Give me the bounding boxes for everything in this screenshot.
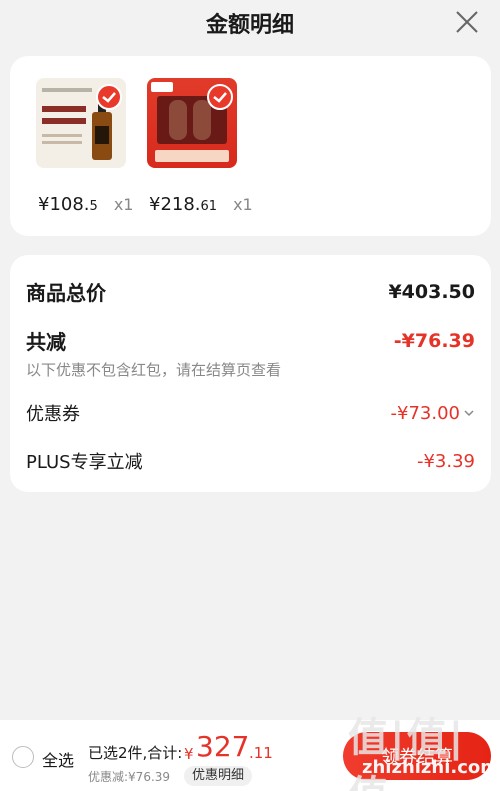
- chevron-down-icon[interactable]: [463, 408, 475, 418]
- product-quantity: x1: [113, 195, 134, 214]
- select-all-radio[interactable]: [12, 746, 34, 768]
- selected-info: 已选2件,合计:: [88, 744, 183, 762]
- bottom-bar: 全选 已选2件,合计: ¥ 327 .11 优惠减:¥76.39 优惠明细 领券…: [0, 720, 500, 791]
- total-price-label: 商品总价: [26, 281, 106, 305]
- coupon-label: 优惠券: [26, 404, 80, 425]
- total-amount: 327: [196, 730, 250, 763]
- reduce-label: 共减: [26, 330, 66, 354]
- product-price-decimal: 61: [200, 199, 218, 214]
- product-price: ¥218.: [149, 194, 201, 215]
- total-price-value: ¥403.50: [388, 280, 475, 303]
- summary-card: 商品总价 ¥403.50 共减 -¥76.39 以下优惠不包含红包，请在结算页查…: [10, 255, 491, 492]
- gift-box-image: [147, 78, 237, 168]
- checkout-button[interactable]: 领券结算: [343, 732, 491, 780]
- coupon-row[interactable]: 优惠券 -¥73.00: [26, 400, 475, 426]
- product-item[interactable]: ¥108. 5 x1: [36, 78, 136, 215]
- select-all-label[interactable]: 全选: [42, 747, 74, 771]
- products-card: ¥108. 5 x1 ¥218. 61 x1: [10, 56, 491, 236]
- total-price-row: 商品总价 ¥403.50: [26, 277, 475, 306]
- total-currency: ¥: [184, 745, 194, 763]
- coupon-value: -¥73.00: [390, 402, 460, 424]
- close-icon[interactable]: [454, 9, 480, 35]
- plus-label: PLUS专享立减: [26, 452, 143, 473]
- plus-value: -¥3.39: [416, 450, 475, 472]
- product-item[interactable]: ¥218. 61 x1: [147, 78, 253, 215]
- reduce-value: -¥76.39: [393, 329, 475, 352]
- discount-detail-button[interactable]: 优惠明细: [184, 766, 253, 786]
- page-title: 金额明细: [205, 13, 294, 38]
- check-icon: [207, 84, 233, 110]
- product-price: ¥108.: [38, 194, 90, 215]
- reduce-note: 以下优惠不包含红包，请在结算页查看: [26, 361, 282, 379]
- whisky-bottle-image: [36, 78, 126, 168]
- reduce-row: 共减 -¥76.39: [26, 326, 475, 355]
- plus-row: PLUS专享立减 -¥3.39: [26, 448, 475, 474]
- product-price-decimal: 5: [89, 199, 98, 214]
- header: 金额明细: [0, 0, 500, 46]
- check-icon: [96, 84, 122, 110]
- product-quantity: x1: [233, 195, 253, 214]
- total-amount-decimal: .11: [249, 744, 273, 762]
- discount-info: 优惠减:¥76.39: [88, 770, 171, 784]
